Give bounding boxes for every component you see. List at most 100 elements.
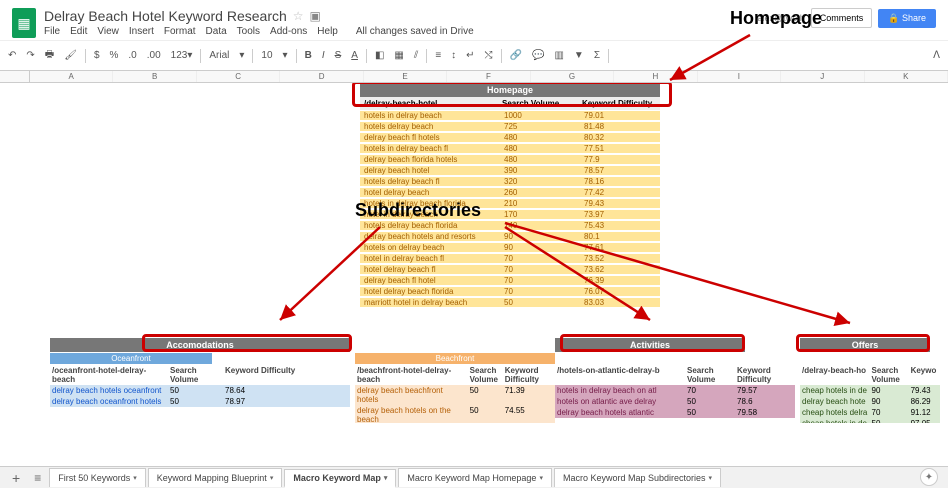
table-row[interactable]: delray beach hote9086.29 bbox=[800, 396, 940, 407]
menu-help[interactable]: Help bbox=[317, 26, 338, 37]
filter-icon[interactable]: ▼ bbox=[572, 48, 586, 63]
col-header-B[interactable]: B bbox=[113, 71, 196, 82]
sheets-icon[interactable]: ▦ bbox=[12, 8, 36, 38]
chart-icon[interactable]: ▥ bbox=[552, 48, 565, 63]
explore-button[interactable]: ✦ bbox=[920, 468, 938, 486]
functions-icon[interactable]: Σ bbox=[592, 48, 602, 63]
menu-insert[interactable]: Insert bbox=[129, 26, 154, 37]
redo-icon[interactable]: ↷ bbox=[24, 48, 36, 63]
font-select[interactable]: Arial bbox=[207, 48, 231, 63]
format-decimal-inc[interactable]: .00 bbox=[145, 48, 163, 63]
homepage-row[interactable]: delray beach hotel39078.57 bbox=[360, 165, 660, 176]
share-button[interactable]: 🔒 Share bbox=[878, 9, 936, 28]
table-row[interactable]: delray beach oceanfront hotels5078.97 bbox=[50, 396, 350, 407]
homepage-row[interactable]: hotel in delray beach17073.97 bbox=[360, 209, 660, 220]
folder-icon[interactable]: ▣ bbox=[310, 9, 321, 23]
col-header-D[interactable]: D bbox=[280, 71, 363, 82]
strike-icon[interactable]: S bbox=[333, 48, 344, 63]
bold-icon[interactable]: B bbox=[303, 48, 314, 63]
homepage-row[interactable]: delray beach fl hotels48080.32 bbox=[360, 132, 660, 143]
homepage-row[interactable]: hotels in delray beach fl48077.51 bbox=[360, 143, 660, 154]
homepage-row[interactable]: hotels in delray beach florida21079.43 bbox=[360, 198, 660, 209]
homepage-row[interactable]: hotels delray beach fl32078.16 bbox=[360, 176, 660, 187]
halign-icon[interactable]: ≡ bbox=[433, 48, 443, 63]
homepage-row[interactable]: hotel delray beach florida7076.07 bbox=[360, 286, 660, 297]
menu-format[interactable]: Format bbox=[164, 26, 196, 37]
font-size[interactable]: 10 bbox=[259, 48, 274, 63]
table-row[interactable]: hotels in delray beach on atl7079.57 bbox=[555, 385, 795, 396]
add-sheet-button[interactable]: + bbox=[6, 470, 26, 486]
homepage-row[interactable]: marriott hotel in delray beach5083.03 bbox=[360, 297, 660, 308]
more-formats[interactable]: 123▾ bbox=[169, 48, 195, 63]
font-dropdown-icon[interactable]: ▾ bbox=[237, 48, 246, 63]
user-email: alex@two.h bbox=[758, 13, 805, 23]
menu-data[interactable]: Data bbox=[206, 26, 227, 37]
col-header-I[interactable]: I bbox=[698, 71, 781, 82]
fill-color-icon[interactable]: ◧ bbox=[373, 48, 386, 63]
format-decimal-dec[interactable]: .0 bbox=[126, 48, 138, 63]
format-percent[interactable]: % bbox=[108, 48, 121, 63]
homepage-row[interactable]: hotels on delray beach9077.61 bbox=[360, 242, 660, 253]
sheet-tab[interactable]: Macro Keyword Map▾ bbox=[284, 469, 396, 488]
menu-edit[interactable]: Edit bbox=[70, 26, 87, 37]
col-header-K[interactable]: K bbox=[865, 71, 948, 82]
menu-file[interactable]: File bbox=[44, 26, 60, 37]
homepage-row[interactable]: delray beach hotels and resorts9080.1 bbox=[360, 231, 660, 242]
col-header-G[interactable]: G bbox=[531, 71, 614, 82]
homepage-row[interactable]: delray beach fl hotel7076.39 bbox=[360, 275, 660, 286]
accommodations-header: Accomodations bbox=[50, 338, 350, 352]
col-header-J[interactable]: J bbox=[781, 71, 864, 82]
col-header-F[interactable]: F bbox=[447, 71, 530, 82]
valign-icon[interactable]: ↕ bbox=[449, 48, 458, 63]
star-icon[interactable]: ☆ bbox=[293, 9, 304, 23]
offers-sv: Search Volume bbox=[870, 365, 909, 385]
homepage-row[interactable]: delray beach florida hotels48077.9 bbox=[360, 154, 660, 165]
menu-view[interactable]: View bbox=[97, 26, 119, 37]
format-currency[interactable]: $ bbox=[92, 48, 102, 63]
print-icon[interactable]: 🖶 bbox=[43, 45, 56, 66]
spreadsheet-grid[interactable]: Homepage /delray-beach-hotel Search Volu… bbox=[0, 83, 948, 423]
col-header-A[interactable]: A bbox=[30, 71, 113, 82]
link-icon[interactable]: 🔗 bbox=[508, 48, 524, 63]
col-header-H[interactable]: H bbox=[614, 71, 697, 82]
homepage-row[interactable]: hotel delray beach fl7073.62 bbox=[360, 264, 660, 275]
menu-tools[interactable]: Tools bbox=[237, 26, 260, 37]
paint-format-icon[interactable]: 🖌 bbox=[62, 48, 79, 63]
table-row[interactable]: delray beach hotels oceanfront5078.64 bbox=[50, 385, 350, 396]
borders-icon[interactable]: ▦ bbox=[392, 48, 405, 63]
homepage-row[interactable]: hotels in delray beach100079.01 bbox=[360, 110, 660, 121]
table-row[interactable]: cheap hotels delra7091.12 bbox=[800, 407, 940, 418]
text-color-icon[interactable]: A bbox=[349, 48, 360, 63]
homepage-row[interactable]: hotels delray beach florida14075.43 bbox=[360, 220, 660, 231]
table-row[interactable]: cheap hotels in de5097.05 bbox=[800, 418, 940, 423]
table-row[interactable]: delray beach beachfront hotels5071.39 bbox=[355, 385, 555, 405]
sheet-tab[interactable]: Macro Keyword Map Subdirectories▾ bbox=[554, 468, 721, 487]
undo-icon[interactable]: ↶ bbox=[6, 48, 18, 63]
col-header-C[interactable]: C bbox=[197, 71, 280, 82]
italic-icon[interactable]: I bbox=[320, 48, 327, 63]
table-row[interactable]: hotels on atlantic ave delray5078.6 bbox=[555, 396, 795, 407]
sheet-tab[interactable]: Keyword Mapping Blueprint▾ bbox=[148, 468, 283, 487]
sheet-tab[interactable]: First 50 Keywords▾ bbox=[49, 468, 146, 487]
wrap-icon[interactable]: ↵ bbox=[464, 48, 476, 63]
homepage-row[interactable]: hotel in delray beach fl7073.52 bbox=[360, 253, 660, 264]
merge-icon[interactable]: ⫽ bbox=[412, 48, 420, 63]
comments-button[interactable]: Comments bbox=[811, 8, 873, 28]
rotate-icon[interactable]: ⤭ bbox=[483, 48, 495, 63]
sheet-tab[interactable]: Macro Keyword Map Homepage▾ bbox=[398, 468, 552, 487]
collapse-toolbar-icon[interactable]: ᐱ bbox=[931, 48, 942, 63]
select-all-cell[interactable] bbox=[0, 71, 30, 82]
table-row[interactable]: delray beach hotels atlantic5079.58 bbox=[555, 407, 795, 418]
table-row[interactable]: delray beach hotels on the beach5074.55 bbox=[355, 405, 555, 423]
all-sheets-button[interactable]: ≡ bbox=[30, 471, 45, 485]
table-row[interactable]: cheap hotels in de9079.43 bbox=[800, 385, 940, 396]
homepage-row[interactable]: hotels delray beach72581.48 bbox=[360, 121, 660, 132]
beachfront-rows: delray beach beachfront hotels5071.39del… bbox=[355, 385, 555, 423]
menu-add-ons[interactable]: Add-ons bbox=[270, 26, 307, 37]
document-title[interactable]: Delray Beach Hotel Keyword Research bbox=[44, 8, 287, 24]
homepage-row[interactable]: hotel delray beach26077.42 bbox=[360, 187, 660, 198]
font-size-dropdown-icon[interactable]: ▾ bbox=[281, 48, 290, 63]
col-header-E[interactable]: E bbox=[364, 71, 447, 82]
activities-slug: /hotels-on-atlantic-delray-b bbox=[555, 365, 685, 385]
comment-icon[interactable]: 💬 bbox=[530, 48, 546, 63]
